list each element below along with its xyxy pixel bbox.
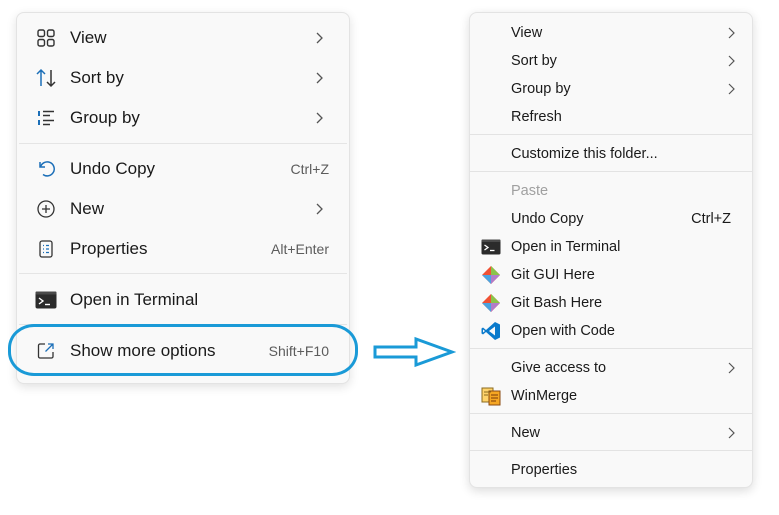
menu-item-properties[interactable]: Properties [474,456,748,484]
menu-item-label: New [511,425,541,441]
menu-separator [19,143,347,144]
menu-item-undo-copy[interactable]: Undo Copy Ctrl+Z [474,205,748,233]
menu-item-give-access-to[interactable]: Give access to [474,354,748,382]
menu-item-label: Open with Code [511,323,615,339]
chevron-right-icon [728,427,735,439]
menu-item-winmerge[interactable]: WinMerge [474,382,748,410]
menu-separator [470,413,752,414]
menu-item-label: Give access to [511,360,607,376]
menu-item-sort-by[interactable]: Sort by [23,60,343,96]
chevron-right-icon [728,362,735,374]
menu-separator [470,450,752,451]
undo-icon [35,158,57,180]
new-plus-icon [35,198,57,220]
menu-separator [470,348,752,349]
menu-separator [470,134,752,135]
menu-item-view[interactable]: View [474,19,748,47]
terminal-icon [481,237,501,257]
menu-item-label: Properties [70,239,148,258]
chevron-right-icon [316,203,323,215]
menu-separator [470,171,752,172]
menu-item-label: Git GUI Here [511,267,595,283]
menu-item-git-gui-here[interactable]: Git GUI Here [474,261,748,289]
classic-context-menu: View Sort by Group by Refresh Customize … [469,12,753,488]
menu-item-label: View [70,28,107,47]
menu-item-paste: Paste [474,177,748,205]
menu-item-label: Git Bash Here [511,295,603,311]
menu-item-label: Properties [511,462,578,478]
chevron-right-icon [316,32,323,44]
menu-separator [19,273,347,274]
menu-item-label: Sort by [511,53,557,69]
menu-item-customize-folder[interactable]: Customize this folder... [474,140,748,168]
arrow-right-icon [373,336,456,368]
menu-item-label: Open in Terminal [70,290,199,309]
menu-item-label: Undo Copy [511,211,584,227]
menu-item-new[interactable]: New [23,191,343,227]
shortcut-text: Ctrl+Z [691,211,731,227]
chevron-right-icon [728,55,735,67]
sort-arrows-icon [35,67,57,89]
menu-item-group-by[interactable]: Group by [23,100,343,136]
menu-item-refresh[interactable]: Refresh [474,103,748,131]
menu-item-new[interactable]: New [474,419,748,447]
chevron-right-icon [316,72,323,84]
menu-item-label: Group by [70,108,140,127]
git-icon [481,293,501,313]
winmerge-icon [481,386,501,406]
properties-icon [35,238,57,260]
menu-item-label: Undo Copy [70,159,156,178]
chevron-right-icon [728,83,735,95]
menu-item-label: New [70,199,105,218]
group-list-icon [35,107,57,129]
shortcut-text: Alt+Enter [271,241,329,257]
menu-item-properties[interactable]: Properties Alt+Enter [23,231,343,267]
git-icon [481,265,501,285]
menu-item-label: Refresh [511,109,562,125]
menu-item-sort-by[interactable]: Sort by [474,47,748,75]
menu-item-label: View [511,25,543,41]
shortcut-text: Ctrl+Z [290,161,330,177]
menu-item-group-by[interactable]: Group by [474,75,748,103]
menu-item-undo-copy[interactable]: Undo Copy Ctrl+Z [23,151,343,187]
chevron-right-icon [316,112,323,124]
menu-item-open-in-terminal[interactable]: Open in Terminal [474,233,748,261]
view-grid-icon [35,27,57,49]
menu-item-open-in-terminal[interactable]: Open in Terminal [23,282,343,318]
menu-item-label: Customize this folder... [511,146,658,162]
menu-item-label: Paste [511,183,549,199]
menu-item-label: Sort by [70,68,124,87]
menu-item-view[interactable]: View [23,20,343,56]
menu-item-label: Open in Terminal [511,239,621,255]
terminal-icon [35,289,57,311]
menu-item-label: Group by [511,81,571,97]
menu-item-git-bash-here[interactable]: Git Bash Here [474,289,748,317]
menu-item-label: WinMerge [511,388,578,404]
highlight-outline [8,324,358,376]
chevron-right-icon [728,27,735,39]
vscode-icon [481,321,501,341]
menu-item-open-with-code[interactable]: Open with Code [474,317,748,345]
